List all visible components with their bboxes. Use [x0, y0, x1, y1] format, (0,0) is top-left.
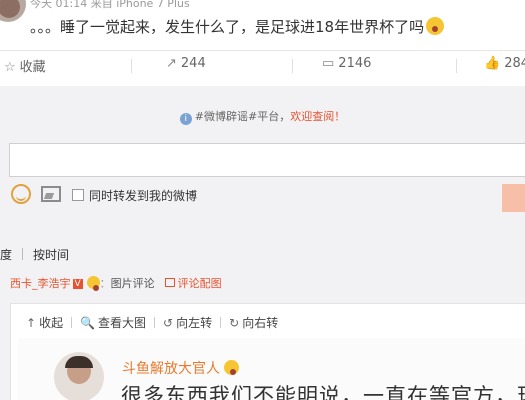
view-big-button[interactable]: 🔍 查看大图 — [80, 314, 146, 331]
comment-button[interactable]: ▭ 2146 — [322, 56, 371, 71]
divider — [71, 317, 73, 328]
also-repost-checkbox[interactable] — [72, 189, 84, 201]
action-bar: ☆ 收藏 ↗ 244 ▭ 2146 👍 284 — [0, 50, 525, 78]
comment-pic-link[interactable]: 评论配图 — [164, 277, 222, 290]
emoji-icon — [86, 276, 100, 291]
collect-label: 收藏 — [19, 60, 46, 75]
surprised-emoji-icon — [426, 17, 445, 35]
repost-button[interactable]: ↗ 244 — [166, 56, 206, 71]
vip-badge: V — [72, 279, 83, 289]
preview-poster-name: 斗鱼解放大官人 — [122, 358, 239, 378]
collect-button[interactable]: ☆ 收藏 — [4, 56, 46, 75]
sort-by-heat[interactable]: 度 — [0, 248, 12, 262]
rotate-right-label: 向右转 — [242, 316, 279, 330]
comment-count: 2146 — [338, 56, 372, 71]
preview-text: 很多东西我们不能明说，一直在等官方，现 — [121, 384, 525, 400]
comment-input[interactable] — [9, 143, 525, 177]
post-text: 。。。睡了一觉起来，发生什么了，是足球进18年世界杯了吗 — [30, 16, 445, 37]
avatar[interactable] — [0, 0, 26, 22]
rotate-right-icon: ↻ — [229, 316, 240, 330]
notice-link[interactable]: 欢迎查阅！ — [290, 110, 345, 123]
image-upload-icon[interactable] — [41, 186, 61, 202]
divider — [220, 317, 222, 328]
thumb-icon: 👍 — [484, 56, 501, 71]
post-text-body: 。。。睡了一觉起来，发生什么了，是足球进18年世界杯了吗 — [30, 18, 425, 36]
divider — [154, 317, 156, 328]
sort-by-time[interactable]: 按时间 — [33, 248, 69, 262]
info-icon: i — [179, 113, 192, 125]
image-icon — [164, 278, 175, 287]
also-repost-label: 同时转发到我的微博 — [89, 189, 198, 203]
colon: ： — [99, 277, 111, 290]
comment-icon: ▭ — [322, 56, 335, 71]
emoji-icon — [224, 360, 239, 375]
divider — [131, 59, 132, 73]
preview-toolbar: ↑ 收起 🔍 查看大图 ↺ 向左转 ↻ 向右转 — [26, 314, 296, 331]
submit-comment-button[interactable] — [502, 184, 525, 212]
rotate-left-button[interactable]: ↺ 向左转 — [163, 314, 212, 331]
rotate-left-icon: ↺ — [163, 316, 174, 330]
collapse-button[interactable]: ↑ 收起 — [26, 314, 63, 331]
pic-comment-row: 西卡_李浩宇 V ：图片评论 评论配图 — [10, 275, 222, 291]
arrow-up-icon: ↑ — [26, 316, 37, 330]
preview-poster-name-text: 斗鱼解放大官人 — [122, 361, 220, 377]
view-big-label: 查看大图 — [98, 316, 147, 330]
pic-comment-tag: 图片评论 — [110, 277, 155, 290]
share-icon: ↗ — [166, 56, 177, 71]
star-icon: ☆ — [4, 60, 16, 75]
comment-pic-label: 评论配图 — [177, 277, 222, 290]
rotate-left-label: 向左转 — [176, 316, 213, 330]
emoji-icon[interactable] — [11, 184, 31, 204]
like-button[interactable]: 👍 284 — [484, 56, 525, 71]
commenter-name[interactable]: 西卡_李浩宇 — [10, 277, 71, 290]
notice-text: #微博辟谣#平台， — [194, 110, 291, 123]
zoom-icon: 🔍 — [80, 316, 96, 330]
divider — [292, 59, 293, 73]
preview-avatar — [54, 352, 104, 400]
post-meta: 今天 01:14 来自 iPhone 7 Plus — [30, 0, 190, 10]
divider — [456, 59, 457, 73]
rotate-right-button[interactable]: ↻ 向右转 — [229, 314, 278, 331]
collapse-label: 收起 — [39, 316, 64, 330]
like-count: 284 — [504, 56, 525, 71]
repost-count: 244 — [180, 56, 206, 71]
rumor-notice: i #微博辟谣#平台，欢迎查阅！ — [0, 108, 525, 125]
divider — [22, 248, 24, 260]
sort-bar: 度 按时间 — [0, 246, 69, 263]
